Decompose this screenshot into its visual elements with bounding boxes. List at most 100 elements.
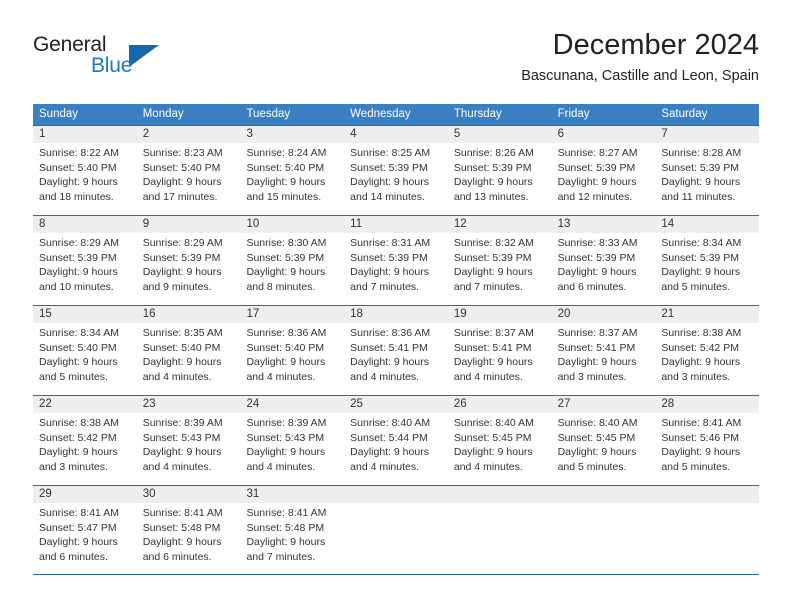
day-cell-27[interactable]: 27 Sunrise: 8:40 AM Sunset: 5:45 PM Dayligh… xyxy=(552,396,656,485)
day-detail-line: Sunrise: 8:23 AM xyxy=(142,147,223,159)
day-detail-line: and 11 minutes. xyxy=(661,190,736,203)
day-detail-line: Daylight: 9 hours xyxy=(39,266,118,278)
day-detail-line: Sunset: 5:40 PM xyxy=(246,341,325,354)
day-cell-24[interactable]: 24 Sunrise: 8:39 AM Sunset: 5:43 PM Dayligh… xyxy=(240,396,344,485)
day-detail-line: Sunset: 5:45 PM xyxy=(557,431,636,444)
weekday-header-wednesday: Wednesday xyxy=(350,108,411,120)
day-number: 11 xyxy=(350,218,363,230)
day-detail-line: Daylight: 9 hours xyxy=(350,266,429,278)
day-cell-8[interactable]: 8 Sunrise: 8:29 AM Sunset: 5:39 PM Daylight… xyxy=(33,216,137,305)
day-detail-line: Sunrise: 8:39 AM xyxy=(246,417,327,429)
day-cell-13[interactable]: 13 Sunrise: 8:33 AM Sunset: 5:39 PM Dayligh… xyxy=(552,216,656,305)
day-detail-line: and 5 minutes. xyxy=(39,370,108,383)
day-cell-4[interactable]: 4 Sunrise: 8:25 AM Sunset: 5:39 PM Daylight… xyxy=(344,126,448,215)
day-details: Sunrise: 8:41 AM Sunset: 5:47 PM Daylight:… xyxy=(39,506,131,564)
day-detail-line: Daylight: 9 hours xyxy=(142,176,222,188)
day-detail-line: Sunrise: 8:38 AM xyxy=(661,327,742,339)
day-number: 25 xyxy=(350,398,363,410)
day-cell-18[interactable]: 18 Sunrise: 8:36 AM Sunset: 5:41 PM Dayligh… xyxy=(344,306,448,395)
day-detail-line: Sunset: 5:40 PM xyxy=(142,161,221,174)
day-number: 22 xyxy=(39,398,52,410)
calendar-week-row: 1 Sunrise: 8:22 AM Sunset: 5:40 PM Daylight… xyxy=(33,125,759,215)
day-details: Sunrise: 8:40 AM Sunset: 5:44 PM Daylight:… xyxy=(350,416,442,474)
day-detail-line: Sunset: 5:40 PM xyxy=(39,161,117,174)
day-detail-line: Sunrise: 8:41 AM xyxy=(142,507,223,519)
day-cell-23[interactable]: 23 Sunrise: 8:39 AM Sunset: 5:43 PM Dayligh… xyxy=(137,396,241,485)
day-detail-line: and 10 minutes. xyxy=(39,280,114,293)
day-detail-line: Sunset: 5:47 PM xyxy=(39,521,117,534)
day-detail-line: Sunset: 5:40 PM xyxy=(142,341,221,354)
day-cell-15[interactable]: 15 Sunrise: 8:34 AM Sunset: 5:40 PM Dayligh… xyxy=(33,306,137,395)
day-detail-line: Daylight: 9 hours xyxy=(350,176,429,188)
day-number: 23 xyxy=(142,398,156,410)
calendar-weeks: 1 Sunrise: 8:22 AM Sunset: 5:40 PM Daylight… xyxy=(33,125,759,575)
day-detail-line: and 5 minutes. xyxy=(661,460,731,473)
day-details: Sunrise: 8:40 AM Sunset: 5:45 PM Daylight:… xyxy=(558,416,650,474)
day-details: Sunrise: 8:34 AM Sunset: 5:40 PM Daylight:… xyxy=(39,326,131,384)
day-cell-16[interactable]: 16 Sunrise: 8:35 AM Sunset: 5:40 PM Dayligh… xyxy=(137,306,241,395)
day-number: 6 xyxy=(557,128,564,140)
day-detail-line: Daylight: 9 hours xyxy=(39,446,118,458)
title-block: December 2024 Bascunana, Castille and Le… xyxy=(521,28,759,85)
weekday-header-monday: Monday xyxy=(142,108,184,120)
day-details: Sunrise: 8:29 AM Sunset: 5:39 PM Daylight:… xyxy=(39,236,131,294)
brand-name-blue: Blue xyxy=(91,54,133,77)
day-number: 17 xyxy=(246,308,260,320)
day-cell-3[interactable]: 3 Sunrise: 8:24 AM Sunset: 5:40 PM Daylight… xyxy=(240,126,344,215)
day-cell-9[interactable]: 9 Sunrise: 8:29 AM Sunset: 5:39 PM Daylight… xyxy=(137,216,241,305)
day-detail-line: Sunrise: 8:36 AM xyxy=(350,327,431,339)
day-cell-26[interactable]: 26 Sunrise: 8:40 AM Sunset: 5:45 PM Dayligh… xyxy=(448,396,552,485)
day-cell-19[interactable]: 19 Sunrise: 8:37 AM Sunset: 5:41 PM Dayligh… xyxy=(448,306,552,395)
day-detail-line: Sunset: 5:39 PM xyxy=(661,161,739,174)
day-detail-line: Sunset: 5:39 PM xyxy=(142,251,221,264)
day-detail-line: Sunrise: 8:27 AM xyxy=(557,147,638,159)
day-detail-line: Sunrise: 8:37 AM xyxy=(453,327,534,339)
day-detail-line: Daylight: 9 hours xyxy=(350,356,429,368)
day-detail-line: Sunrise: 8:25 AM xyxy=(350,147,431,159)
day-cell-2[interactable]: 2 Sunrise: 8:23 AM Sunset: 5:40 PM Daylight… xyxy=(137,126,241,215)
day-cell-17[interactable]: 17 Sunrise: 8:36 AM Sunset: 5:40 PM Dayligh… xyxy=(240,306,344,395)
day-cell-29[interactable]: 29 Sunrise: 8:41 AM Sunset: 5:47 PM Dayligh… xyxy=(33,486,137,574)
day-number: 5 xyxy=(453,128,461,140)
weekday-header-tuesday: Tuesday xyxy=(246,108,291,120)
day-cell-28[interactable]: 28 Sunrise: 8:41 AM Sunset: 5:46 PM Dayligh… xyxy=(655,396,759,485)
day-detail-line: and 4 minutes. xyxy=(350,460,420,473)
day-cell-6[interactable]: 6 Sunrise: 8:27 AM Sunset: 5:39 PM Daylight… xyxy=(552,126,656,215)
day-cell-10[interactable]: 10 Sunrise: 8:30 AM Sunset: 5:39 PM Dayligh… xyxy=(240,216,344,305)
day-detail-line: Daylight: 9 hours xyxy=(557,356,637,368)
day-cell-31[interactable]: 31 Sunrise: 8:41 AM Sunset: 5:48 PM Dayligh… xyxy=(240,486,344,574)
day-number: 2 xyxy=(142,128,150,140)
day-detail-line: and 4 minutes. xyxy=(142,460,212,473)
day-detail-line: Sunset: 5:39 PM xyxy=(350,251,428,264)
day-details: Sunrise: 8:36 AM Sunset: 5:40 PM Daylight:… xyxy=(246,326,338,384)
day-cell-7[interactable]: 7 Sunrise: 8:28 AM Sunset: 5:39 PM Daylight… xyxy=(655,126,759,215)
day-detail-line: and 18 minutes. xyxy=(39,190,114,203)
day-details: Sunrise: 8:34 AM Sunset: 5:39 PM Daylight:… xyxy=(661,236,753,294)
brand-logo[interactable]: General Blue xyxy=(33,33,243,83)
day-detail-line: Sunrise: 8:24 AM xyxy=(246,147,327,159)
day-cell-11[interactable]: 11 Sunrise: 8:31 AM Sunset: 5:39 PM Dayligh… xyxy=(344,216,448,305)
day-detail-line: and 4 minutes. xyxy=(350,370,420,383)
day-cell-30[interactable]: 30 Sunrise: 8:41 AM Sunset: 5:48 PM Dayligh… xyxy=(137,486,241,574)
day-detail-line: Sunrise: 8:34 AM xyxy=(39,327,119,339)
day-cell-14[interactable]: 14 Sunrise: 8:34 AM Sunset: 5:39 PM Dayligh… xyxy=(655,216,759,305)
day-detail-line: Sunrise: 8:32 AM xyxy=(453,237,534,249)
day-cell-21[interactable]: 21 Sunrise: 8:38 AM Sunset: 5:42 PM Dayligh… xyxy=(655,306,759,395)
day-detail-line: Sunset: 5:43 PM xyxy=(142,431,221,444)
day-cell-12[interactable]: 12 Sunrise: 8:32 AM Sunset: 5:39 PM Dayligh… xyxy=(448,216,552,305)
day-number: 7 xyxy=(661,128,668,140)
day-detail-line: Daylight: 9 hours xyxy=(246,176,326,188)
day-cell-1[interactable]: 1 Sunrise: 8:22 AM Sunset: 5:40 PM Daylight… xyxy=(33,126,137,215)
day-detail-line: Sunset: 5:39 PM xyxy=(39,251,117,264)
day-cell-25[interactable]: 25 Sunrise: 8:40 AM Sunset: 5:44 PM Dayligh… xyxy=(344,396,448,485)
day-detail-line: Daylight: 9 hours xyxy=(557,266,637,278)
day-detail-line: and 13 minutes. xyxy=(453,190,529,203)
day-detail-line: Sunrise: 8:41 AM xyxy=(661,417,742,429)
day-cell-20[interactable]: 20 Sunrise: 8:37 AM Sunset: 5:41 PM Dayligh… xyxy=(552,306,656,395)
day-cell-22[interactable]: 22 Sunrise: 8:38 AM Sunset: 5:42 PM Dayligh… xyxy=(33,396,137,485)
day-detail-line: Sunset: 5:39 PM xyxy=(557,161,636,174)
day-number: 8 xyxy=(39,218,46,230)
day-detail-line: Daylight: 9 hours xyxy=(142,266,222,278)
day-cell-5[interactable]: 5 Sunrise: 8:26 AM Sunset: 5:39 PM Daylight… xyxy=(448,126,552,215)
day-detail-line: Sunrise: 8:29 AM xyxy=(39,237,119,249)
